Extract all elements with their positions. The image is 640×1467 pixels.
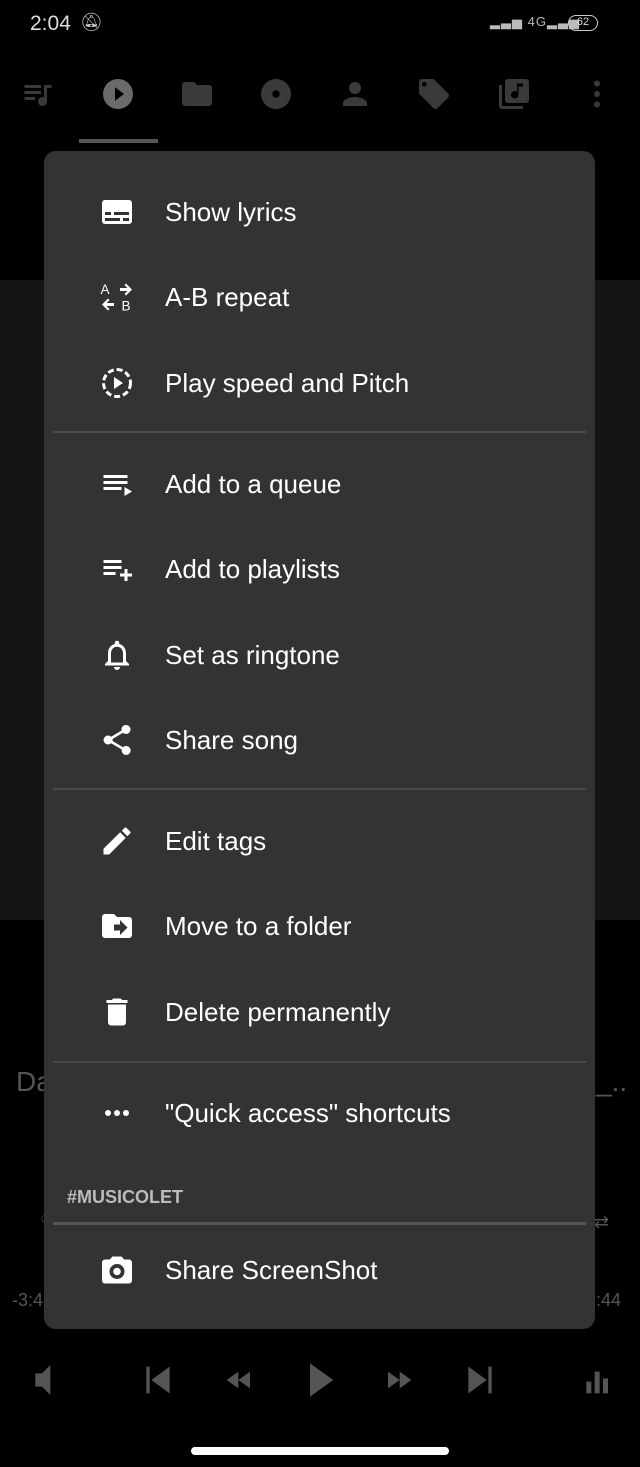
- queue-icon: [103, 475, 132, 496]
- menu-item-delete[interactable]: Delete permanently: [44, 972, 595, 1052]
- section-header: #MUSICOLET: [67, 1187, 184, 1207]
- volume-button[interactable]: [22, 1355, 62, 1405]
- menu-item-edit-tags[interactable]: Edit tags: [44, 801, 595, 881]
- svg-text:B: B: [122, 299, 131, 314]
- time-total: :44: [596, 1290, 622, 1310]
- tab-artists[interactable]: [335, 70, 375, 118]
- bell-icon: [105, 640, 129, 670]
- ab-repeat-icon: AB: [101, 282, 132, 314]
- playlist-add-icon: [103, 560, 132, 581]
- home-indicator[interactable]: [191, 1447, 449, 1455]
- shuffle-icon[interactable]: ⇄: [594, 1212, 609, 1233]
- play-circle-icon: [103, 79, 133, 109]
- skip-previous-icon: [146, 1366, 170, 1394]
- menu-item-quick-access[interactable]: "Quick access" shortcuts: [44, 1073, 595, 1153]
- menu-item-share-screenshot[interactable]: Share ScreenShot: [44, 1230, 595, 1310]
- tab-playlists[interactable]: [494, 70, 534, 118]
- battery-icon: 62: [568, 15, 598, 31]
- volume-icon: [35, 1365, 51, 1395]
- divider: [53, 431, 586, 433]
- svg-text:A: A: [101, 282, 110, 297]
- tag-icon: [419, 79, 449, 109]
- artist-icon: [343, 82, 367, 106]
- trash-icon: [106, 998, 128, 1026]
- rewind-icon: [226, 1371, 250, 1389]
- previous-button[interactable]: [138, 1355, 178, 1405]
- menu-item-add-to-queue[interactable]: Add to a queue: [44, 444, 595, 524]
- tab-bar: [0, 70, 640, 120]
- more-vert-icon: [594, 80, 600, 108]
- more-options-button[interactable]: [577, 70, 617, 118]
- camera-icon: [102, 1256, 132, 1284]
- share-icon: [103, 724, 131, 755]
- divider: [53, 1061, 586, 1063]
- move-folder-icon: [102, 914, 132, 938]
- song-title-tail: _..: [596, 1066, 628, 1097]
- rewind-button[interactable]: [220, 1355, 260, 1405]
- subtitles-icon: [102, 200, 132, 224]
- menu-item-ab-repeat[interactable]: AB A-B repeat: [44, 257, 595, 337]
- status-bar: 2:04 🔕︎ ▂▃▅ 4G▂▃▅ 62: [0, 0, 640, 50]
- tab-albums[interactable]: [256, 70, 296, 118]
- menu-item-show-lyrics[interactable]: Show lyrics: [44, 172, 595, 252]
- time-remaining: -3:4: [12, 1290, 44, 1310]
- tab-queue[interactable]: [18, 70, 58, 118]
- skip-next-icon: [468, 1366, 492, 1394]
- pencil-icon: [103, 827, 131, 855]
- menu-item-add-to-playlists[interactable]: Add to playlists: [44, 529, 595, 609]
- equalizer-button[interactable]: [578, 1355, 618, 1405]
- fast-forward-icon: [388, 1371, 412, 1389]
- more-horiz-icon: [105, 1110, 129, 1116]
- bell-off-icon: 🔕︎: [80, 12, 103, 32]
- tab-now-playing[interactable]: [98, 70, 138, 118]
- play-speed-icon: [102, 368, 132, 398]
- playback-controls: [0, 1355, 640, 1405]
- tab-genres[interactable]: [414, 70, 454, 118]
- divider: [53, 1222, 586, 1225]
- queue-music-icon: [24, 85, 52, 107]
- menu-item-play-speed[interactable]: Play speed and Pitch: [44, 343, 595, 423]
- divider: [53, 788, 586, 790]
- active-tab-indicator: [79, 139, 158, 143]
- album-icon: [261, 79, 291, 109]
- equalizer-icon: [586, 1371, 608, 1394]
- menu-item-share-song[interactable]: Share song: [44, 700, 595, 780]
- context-menu: Show lyrics AB A-B repeat Play speed and…: [44, 151, 595, 1329]
- tab-folders[interactable]: [177, 70, 217, 118]
- play-icon: [310, 1363, 334, 1397]
- menu-item-set-ringtone[interactable]: Set as ringtone: [44, 615, 595, 695]
- fast-forward-button[interactable]: [378, 1355, 418, 1405]
- folder-icon: [182, 82, 212, 106]
- menu-item-move-to-folder[interactable]: Move to a folder: [44, 886, 595, 966]
- status-time: 2:04: [30, 12, 71, 35]
- play-button[interactable]: [300, 1355, 340, 1405]
- next-button[interactable]: [460, 1355, 500, 1405]
- library-music-icon: [499, 79, 529, 109]
- signal-icon: ▂▃▅ 4G▂▃▅: [490, 14, 580, 29]
